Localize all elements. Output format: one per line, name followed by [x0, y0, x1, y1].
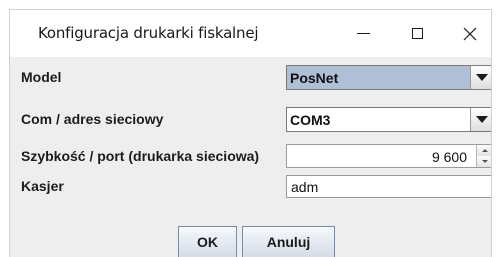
speed-value: 9 600: [431, 149, 467, 165]
speed-spinner[interactable]: 9 600: [286, 144, 491, 168]
cashier-value: adm: [291, 179, 319, 195]
model-combobox[interactable]: PosNet: [286, 65, 491, 90]
title-bar: Konfiguracja drukarki fiskalnej: [10, 10, 491, 57]
speed-label: Szybkość / port (drukarka sieciowa): [21, 148, 260, 164]
chevron-down-icon: [476, 116, 488, 123]
model-label: Model: [21, 69, 62, 85]
arrow-down-icon: [482, 160, 488, 163]
cancel-button[interactable]: Anuluj: [242, 226, 335, 257]
cashier-field[interactable]: adm: [286, 175, 491, 198]
close-button[interactable]: [447, 10, 491, 57]
port-dropdown-button[interactable]: [470, 108, 491, 131]
cashier-label: Kasjer: [21, 178, 64, 194]
window-title: Konfiguracja drukarki fiskalnej: [38, 24, 259, 42]
maximize-button[interactable]: [394, 10, 440, 57]
spinner-down-button[interactable]: [477, 156, 491, 167]
model-dropdown-button[interactable]: [470, 66, 491, 89]
port-value: COM3: [290, 112, 331, 128]
minimize-icon: [356, 33, 370, 34]
maximize-icon: [411, 28, 423, 39]
model-value: PosNet: [290, 70, 339, 86]
arrow-up-icon: [482, 149, 488, 152]
fiscal-printer-config-dialog: Konfiguracja drukarki fiskalnej Model Po…: [9, 9, 492, 257]
spinner-buttons: [476, 145, 491, 167]
chevron-down-icon: [476, 74, 488, 81]
port-label: Com / adres sieciowy: [21, 111, 164, 127]
ok-button[interactable]: OK: [178, 226, 237, 257]
close-icon: [463, 27, 477, 40]
port-combobox[interactable]: COM3: [286, 107, 491, 132]
minimize-button[interactable]: [340, 10, 386, 57]
